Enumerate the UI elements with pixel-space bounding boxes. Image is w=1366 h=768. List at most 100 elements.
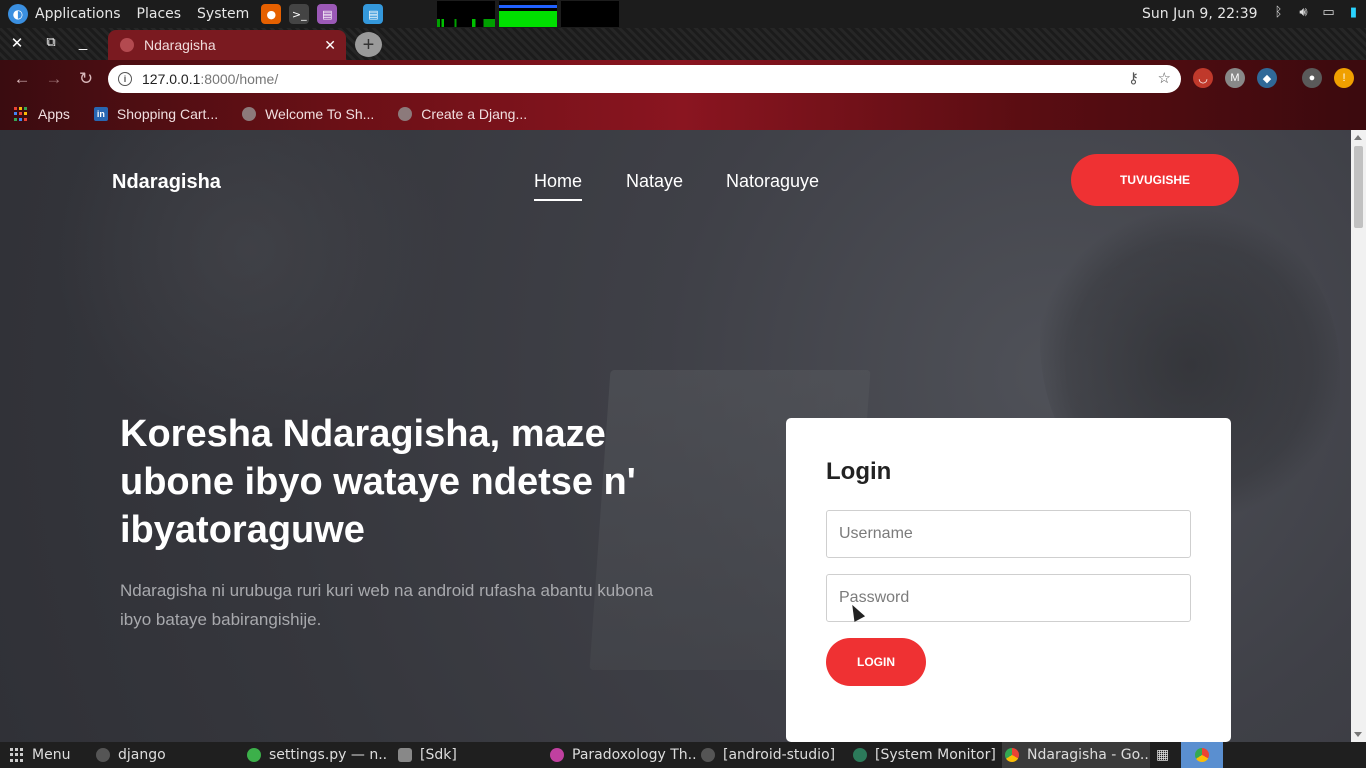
battery-icon[interactable]: ▮ (1345, 4, 1362, 21)
contact-button[interactable]: TUVUGISHE (1071, 154, 1239, 206)
restore-window-icon[interactable]: ⧉ (41, 34, 61, 50)
task-android-studio[interactable]: [android-studio] (701, 742, 843, 768)
bookmark-create-django[interactable]: Create a Djang... (398, 106, 527, 122)
places-menu[interactable]: Places (129, 0, 190, 28)
task-settings-py[interactable]: settings.py — n... (247, 742, 387, 768)
scroll-down-arrow-icon[interactable] (1354, 732, 1362, 737)
terminal-icon[interactable]: >_ (289, 4, 310, 24)
volume-icon[interactable]: 🔊︎ (1295, 4, 1312, 21)
system-monitor-icon (853, 748, 867, 762)
tab-strip: ✕ ⧉ _ Ndaragisha ✕ + (0, 28, 1366, 60)
nav-link-home[interactable]: Home (534, 171, 583, 201)
memory-graph (499, 1, 558, 27)
system-menu-label: System (197, 6, 250, 22)
site-brand[interactable]: Ndaragisha (112, 171, 221, 194)
update-icon[interactable]: ! (1334, 68, 1354, 88)
gmail-icon[interactable]: M (1225, 68, 1245, 88)
firefox-icon[interactable]: ● (261, 4, 282, 24)
bookmark-label: Create a Djang... (421, 106, 528, 122)
screen-icon[interactable]: ▭ (1320, 4, 1337, 21)
bottom-taskbar: Menu django settings.py — n... [Sdk] Par… (0, 742, 1366, 768)
pocket-icon[interactable]: ◡ (1193, 68, 1213, 88)
hero-subtitle: Ndaragisha ni urubuga ruri kuri web na a… (120, 581, 654, 629)
minimize-window-icon[interactable]: _ (73, 34, 93, 51)
forward-arrow-icon[interactable]: → (44, 69, 64, 89)
task-label: [android-studio] (723, 747, 836, 763)
star-bookmark-icon[interactable]: ☆ (1158, 69, 1171, 87)
start-menu-label: Menu (32, 747, 71, 763)
hero-title: Koresha Ndaragisha, maze ubone ibyo wata… (120, 413, 636, 551)
task-sdk[interactable]: [Sdk] (398, 742, 538, 768)
task-label: [Sdk] (420, 747, 457, 763)
chrome-icon (1195, 748, 1209, 762)
task-label: django (118, 747, 166, 763)
close-tab-icon[interactable]: ✕ (324, 37, 336, 54)
login-button[interactable]: LOGIN (826, 638, 926, 686)
start-menu-button[interactable]: Menu (10, 742, 90, 768)
linkedin-icon: in (93, 107, 108, 121)
task-label: Ndaragisha - Go... (1027, 747, 1150, 763)
task-label: settings.py — n... (269, 747, 387, 763)
media-player-icon (550, 748, 564, 762)
password-input[interactable] (826, 574, 1191, 622)
folder-icon (398, 748, 412, 762)
task-label: Paradoxology Th... (572, 747, 698, 763)
python-icon[interactable]: ◆ (1257, 68, 1277, 88)
terminal-icon (701, 748, 715, 762)
back-arrow-icon[interactable]: ← (12, 69, 32, 89)
address-bar[interactable]: i 127.0.0.1:8000/home/ ⚷ ☆ (108, 65, 1181, 93)
login-card: Login LOGIN (786, 418, 1231, 742)
applications-menu-label: Applications (35, 6, 121, 22)
bookmark-label: Welcome To Sh... (265, 106, 375, 122)
workspace-switcher[interactable] (1181, 742, 1223, 768)
nav-link-nataye[interactable]: Nataye (626, 171, 683, 192)
bookmark-apps[interactable]: Apps (14, 106, 70, 122)
screenshot-tool-icon[interactable]: ▦ (1156, 742, 1176, 768)
globe-icon (242, 107, 257, 121)
system-tray: ᛒ 🔊︎ ▭ ▮ (1270, 4, 1362, 21)
apps-grid-icon (14, 107, 28, 121)
browser-tab[interactable]: Ndaragisha ✕ (108, 30, 346, 60)
text-editor-icon[interactable]: ▤ (317, 4, 338, 24)
bookmark-label: Shopping Cart... (116, 106, 219, 122)
menu-grid-icon (10, 748, 24, 762)
cpu-graph (437, 1, 496, 27)
site-info-icon[interactable]: i (118, 72, 132, 86)
bookmark-shopping-cart[interactable]: in Shopping Cart... (93, 106, 219, 122)
login-title: Login (826, 458, 892, 485)
task-paradoxology[interactable]: Paradoxology Th... (550, 742, 698, 768)
bookmark-label: Apps (38, 106, 70, 122)
editor-icon (247, 748, 261, 762)
bookmark-welcome[interactable]: Welcome To Sh... (242, 106, 374, 122)
terminal-icon (96, 748, 110, 762)
url-host: 127.0.0.1 (142, 71, 201, 87)
bluetooth-icon[interactable]: ᛒ (1270, 4, 1287, 21)
scroll-up-arrow-icon[interactable] (1354, 135, 1362, 140)
url-path: :8000/home/ (200, 71, 279, 87)
scrollbar-thumb[interactable] (1354, 146, 1363, 228)
globe-icon (398, 107, 413, 121)
page-scrollbar[interactable] (1351, 130, 1366, 742)
key-icon[interactable]: ⚷ (1128, 69, 1139, 87)
nav-link-natoraguye[interactable]: Natoraguye (726, 171, 819, 192)
reload-icon[interactable]: ↻ (76, 69, 96, 89)
places-menu-label: Places (136, 6, 182, 22)
chrome-icon (1005, 748, 1019, 762)
applications-menu[interactable]: ◐ Applications (0, 0, 129, 28)
site-navbar: Ndaragisha Home Nataye Natoraguye TUVUGI… (0, 130, 1351, 230)
bookmarks-bar: Apps in Shopping Cart... Welcome To Sh..… (0, 98, 1366, 130)
system-menu[interactable]: System (189, 0, 257, 28)
close-window-icon[interactable]: ✕ (7, 34, 27, 52)
task-system-monitor[interactable]: [System Monitor] (853, 742, 998, 768)
page-viewport: Ndaragisha Home Nataye Natoraguye TUVUGI… (0, 130, 1351, 742)
clock[interactable]: Sun Jun 9, 22:39 (1142, 6, 1258, 22)
new-tab-button[interactable]: + (355, 32, 382, 57)
browser-chrome: ✕ ⧉ _ Ndaragisha ✕ + ← → ↻ i 127.0.0.1:8… (0, 28, 1366, 130)
avatar-icon[interactable]: ● (1302, 68, 1322, 88)
username-input[interactable] (826, 510, 1191, 558)
notes-icon[interactable]: ▤ (363, 4, 384, 24)
task-django[interactable]: django (96, 742, 236, 768)
network-graph (561, 1, 620, 27)
tab-title: Ndaragisha (144, 37, 216, 53)
task-ndaragisha-chrome[interactable]: Ndaragisha - Go... (1002, 742, 1150, 768)
